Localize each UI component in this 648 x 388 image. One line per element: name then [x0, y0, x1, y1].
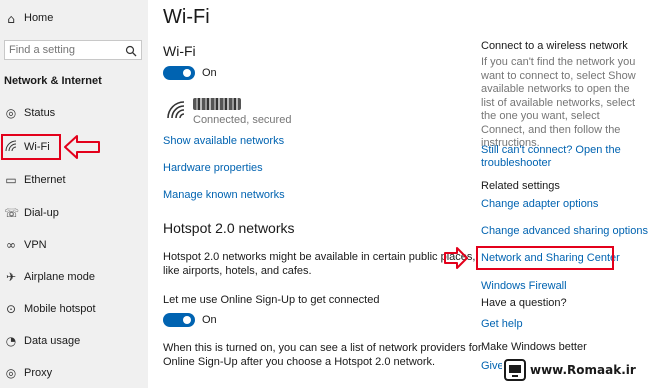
- online-signup-toggle-state: On: [202, 314, 217, 326]
- hardware-properties-link[interactable]: Hardware properties: [163, 162, 263, 174]
- sidebar-item-data-usage[interactable]: ◔ Data usage: [0, 332, 148, 350]
- connect-heading: Connect to a wireless network: [481, 40, 628, 52]
- troubleshooter-link-line2[interactable]: troubleshooter: [481, 157, 551, 169]
- red-arrow-left-icon: [64, 135, 100, 159]
- globe-icon: ◎: [5, 106, 17, 120]
- search-input[interactable]: [9, 43, 119, 57]
- ethernet-icon: ▭: [5, 173, 17, 187]
- change-adapter-options-link[interactable]: Change adapter options: [481, 198, 598, 210]
- related-settings-heading: Related settings: [481, 180, 560, 192]
- question-heading: Have a question?: [481, 297, 567, 309]
- toggle-knob: [183, 316, 191, 324]
- hotspot-section-title: Hotspot 2.0 networks: [163, 220, 295, 236]
- main-content: Wi-Fi Wi-Fi On Connected, secured Show a…: [148, 0, 648, 388]
- watermark-text: www.Romaak.ir: [530, 363, 636, 377]
- online-signup-note-line1: When this is turned on, you can see a li…: [163, 342, 482, 354]
- sidebar-item-vpn[interactable]: ∞ VPN: [0, 236, 148, 254]
- search-icon[interactable]: [125, 44, 137, 57]
- airplane-icon: ✈: [5, 270, 17, 284]
- change-advanced-sharing-link[interactable]: Change advanced sharing options: [481, 225, 648, 237]
- dialup-icon: ☏: [4, 206, 20, 220]
- hotspot-description-line2: like airports, hotels, and cafes.: [163, 265, 312, 277]
- hotspot-icon: ⊙: [5, 302, 17, 316]
- sidebar-item-label: Data usage: [24, 335, 81, 347]
- sidebar-item-label: Mobile hotspot: [24, 303, 96, 315]
- sidebar-item-label: Status: [24, 107, 56, 119]
- manage-known-networks-link[interactable]: Manage known networks: [163, 189, 285, 201]
- network-name-redacted: [193, 98, 241, 110]
- online-signup-label: Let me use Online Sign-Up to get connect…: [163, 294, 380, 306]
- wifi-toggle-state: On: [202, 67, 217, 79]
- wifi-signal-icon: [167, 101, 185, 119]
- red-arrow-right-icon: [444, 247, 468, 269]
- sidebar-item-dialup[interactable]: ☏ Dial-up: [0, 204, 148, 222]
- sidebar-item-label: VPN: [24, 239, 47, 251]
- make-windows-better-heading: Make Windows better: [481, 341, 587, 353]
- troubleshooter-link-line1[interactable]: Still can't connect? Open the: [481, 144, 621, 156]
- toggle-knob: [183, 69, 191, 77]
- show-available-networks-link[interactable]: Show available networks: [163, 135, 284, 147]
- network-status: Connected, secured: [193, 114, 292, 126]
- sidebar-item-mobile-hotspot[interactable]: ⊙ Mobile hotspot: [0, 300, 148, 318]
- section-title: Network & Internet: [4, 75, 102, 87]
- home-label: Home: [24, 12, 54, 24]
- home-item[interactable]: ⌂ Home: [0, 10, 148, 28]
- online-signup-toggle[interactable]: [163, 313, 195, 327]
- globe-icon: ◎: [5, 366, 17, 380]
- get-help-link[interactable]: Get help: [481, 318, 523, 330]
- sidebar-item-label: Proxy: [24, 367, 53, 379]
- sidebar-item-status[interactable]: ◎ Status: [0, 104, 148, 122]
- data-usage-icon: ◔: [5, 334, 17, 348]
- sidebar-item-label: Dial-up: [24, 207, 59, 219]
- sidebar: ⌂ Home Network & Internet ◎ Status Wi-Fi…: [0, 0, 148, 388]
- hotspot-description-line1: Hotspot 2.0 networks might be available …: [163, 251, 476, 263]
- wifi-highlight-box: [1, 134, 61, 160]
- windows-firewall-link[interactable]: Windows Firewall: [481, 280, 567, 292]
- give-feedback-link[interactable]: Give: [481, 360, 504, 372]
- wifi-toggle[interactable]: [163, 66, 195, 80]
- sidebar-item-proxy[interactable]: ◎ Proxy: [0, 364, 148, 382]
- search-box[interactable]: [4, 40, 142, 60]
- connect-description: If you can't find the network you want t…: [481, 56, 636, 149]
- wifi-section-title: Wi-Fi: [163, 43, 196, 59]
- sidebar-item-ethernet[interactable]: ▭ Ethernet: [0, 171, 148, 189]
- sharing-center-highlight-box: [476, 246, 614, 270]
- sidebar-item-label: Airplane mode: [24, 271, 95, 283]
- vpn-icon: ∞: [6, 238, 16, 252]
- watermark-logo-icon: [504, 359, 526, 381]
- sidebar-item-label: Ethernet: [24, 174, 66, 186]
- home-icon: ⌂: [7, 12, 15, 26]
- page-title: Wi-Fi: [163, 6, 210, 28]
- online-signup-note-line2: Online Sign-Up after you choose a Hotspo…: [163, 356, 436, 368]
- watermark: www.Romaak.ir: [502, 358, 644, 384]
- sidebar-item-airplane-mode[interactable]: ✈ Airplane mode: [0, 268, 148, 286]
